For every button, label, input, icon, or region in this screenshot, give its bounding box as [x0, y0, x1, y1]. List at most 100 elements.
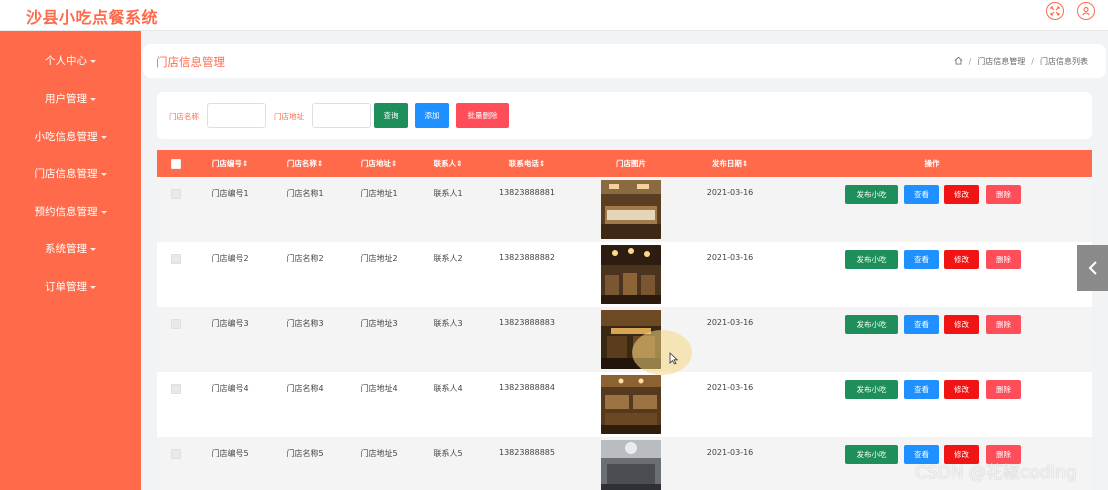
mouse-cursor-icon	[669, 352, 678, 365]
sidebar-item-label: 系统管理	[45, 243, 87, 255]
search-panel: 门店名称 门店地址 查询 添加 批量删除	[157, 92, 1092, 139]
view-button[interactable]: 查看	[904, 315, 939, 334]
publish-snack-button[interactable]: 发布小吃	[845, 185, 898, 204]
column-header-id[interactable]: 门店编号⇕	[212, 150, 248, 177]
view-button[interactable]: 查看	[904, 250, 939, 269]
view-button[interactable]: 查看	[904, 185, 939, 204]
edit-button[interactable]: 修改	[944, 315, 979, 334]
row-checkbox[interactable]	[171, 449, 181, 459]
select-all-checkbox[interactable]	[171, 159, 181, 169]
side-collapse-tab[interactable]	[1077, 245, 1108, 291]
table-row: 门店编号3 门店名称3 门店地址3 联系人3 13823888883 2021-…	[157, 307, 1092, 372]
breadcrumb-separator: /	[968, 57, 972, 66]
store-table: 门店编号⇕ 门店名称⇕ 门店地址⇕ 联系人⇕ 联系电话⇕ 门店图片 发布日期⇕ …	[157, 150, 1092, 490]
sidebar-item-label: 个人中心	[45, 55, 87, 67]
breadcrumb: / 门店信息管理 / 门店信息列表	[954, 56, 1088, 67]
publish-snack-button[interactable]: 发布小吃	[845, 250, 898, 269]
cell-store-name: 门店名称5	[286, 449, 324, 458]
sidebar-item-label: 预约信息管理	[34, 206, 98, 218]
cell-store-id: 门店编号2	[211, 254, 249, 263]
delete-button[interactable]: 删除	[986, 250, 1021, 269]
delete-button[interactable]: 删除	[986, 380, 1021, 399]
table-row: 门店编号4 门店名称4 门店地址4 联系人4 13823888884 2021-…	[157, 372, 1092, 437]
home-icon[interactable]	[954, 56, 963, 67]
sidebar-item-label: 小吃信息管理	[34, 131, 98, 143]
sidebar-item-system[interactable]: 系统管理	[0, 235, 141, 263]
publish-snack-button[interactable]: 发布小吃	[845, 380, 898, 399]
edit-button[interactable]: 修改	[944, 250, 979, 269]
sidebar-item-users[interactable]: 用户管理	[0, 85, 141, 113]
column-header-address[interactable]: 门店地址⇕	[361, 150, 397, 177]
column-header-phone[interactable]: 联系电话⇕	[509, 150, 545, 177]
store-name-input[interactable]	[207, 103, 266, 128]
cell-date: 2021-03-16	[706, 383, 754, 392]
batch-delete-button[interactable]: 批量删除	[456, 103, 509, 128]
store-image[interactable]	[601, 180, 661, 239]
cell-phone: 13823888883	[499, 318, 555, 327]
sidebar-item-label: 用户管理	[45, 93, 87, 105]
chevron-left-icon	[1088, 261, 1097, 275]
page-title: 门店信息管理	[156, 55, 225, 69]
column-header-image: 门店图片	[616, 159, 646, 168]
view-button[interactable]: 查看	[904, 380, 939, 399]
store-image[interactable]	[601, 440, 661, 490]
breadcrumb-item[interactable]: 门店信息管理	[977, 56, 1025, 67]
cell-phone: 13823888884	[499, 383, 555, 392]
store-address-input[interactable]	[312, 103, 371, 128]
cell-store-name: 门店名称4	[286, 384, 324, 393]
cell-store-address: 门店地址2	[360, 254, 398, 263]
row-checkbox[interactable]	[171, 384, 181, 394]
sidebar-item-snacks[interactable]: 小吃信息管理	[0, 123, 141, 151]
sidebar-item-label: 门店信息管理	[34, 168, 98, 180]
cell-date: 2021-03-16	[706, 253, 754, 262]
user-icon[interactable]	[1077, 2, 1095, 20]
delete-button[interactable]: 删除	[986, 185, 1021, 204]
sidebar-item-orders[interactable]: 订单管理	[0, 273, 141, 301]
column-header-date[interactable]: 发布日期⇕	[712, 150, 748, 177]
query-button[interactable]: 查询	[374, 103, 408, 128]
cell-store-address: 门店地址3	[360, 319, 398, 328]
cell-phone: 13823888885	[499, 448, 555, 457]
row-checkbox[interactable]	[171, 189, 181, 199]
caret-down-icon	[90, 59, 96, 63]
cell-phone: 13823888882	[499, 253, 555, 262]
sidebar: 个人中心 用户管理 小吃信息管理 门店信息管理 预约信息管理 系统管理 订单管理	[0, 31, 141, 490]
cell-store-address: 门店地址4	[360, 384, 398, 393]
table-header: 门店编号⇕ 门店名称⇕ 门店地址⇕ 联系人⇕ 联系电话⇕ 门店图片 发布日期⇕ …	[157, 150, 1092, 177]
publish-snack-button[interactable]: 发布小吃	[845, 445, 898, 464]
edit-button[interactable]: 修改	[944, 380, 979, 399]
breadcrumb-separator: /	[1031, 57, 1034, 66]
store-name-label: 门店名称	[169, 112, 199, 121]
sidebar-item-reservations[interactable]: 预约信息管理	[0, 198, 141, 226]
breadcrumb-item-current: 门店信息列表	[1040, 57, 1088, 66]
top-bar: 沙县小吃点餐系统	[0, 0, 1108, 31]
cell-date: 2021-03-16	[706, 448, 754, 457]
cursor-highlight	[632, 330, 692, 375]
cell-store-name: 门店名称3	[286, 319, 324, 328]
add-button[interactable]: 添加	[415, 103, 449, 128]
caret-down-icon	[90, 97, 96, 101]
sidebar-item-stores[interactable]: 门店信息管理	[0, 160, 141, 188]
cell-store-address: 门店地址5	[360, 449, 398, 458]
row-checkbox[interactable]	[171, 254, 181, 264]
fullscreen-icon[interactable]	[1046, 2, 1064, 20]
cell-contact: 联系人2	[433, 254, 463, 263]
page-header: 门店信息管理 / 门店信息管理 / 门店信息列表	[143, 44, 1106, 78]
sidebar-item-personal-center[interactable]: 个人中心	[0, 47, 141, 75]
store-image[interactable]	[601, 245, 661, 304]
store-address-label: 门店地址	[274, 112, 304, 121]
caret-down-icon	[90, 285, 96, 289]
publish-snack-button[interactable]: 发布小吃	[845, 315, 898, 334]
column-header-contact[interactable]: 联系人⇕	[434, 150, 463, 177]
edit-button[interactable]: 修改	[944, 185, 979, 204]
cell-store-id: 门店编号4	[211, 384, 249, 393]
store-image[interactable]	[601, 375, 661, 434]
caret-down-icon	[100, 210, 107, 214]
column-header-name[interactable]: 门店名称⇕	[287, 150, 323, 177]
sidebar-item-label: 订单管理	[45, 281, 87, 293]
delete-button[interactable]: 删除	[986, 315, 1021, 334]
column-header-actions: 操作	[924, 159, 940, 168]
row-checkbox[interactable]	[171, 319, 181, 329]
cell-store-name: 门店名称1	[286, 189, 324, 198]
table-row: 门店编号1 门店名称1 门店地址1 联系人1 13823888881 2021-…	[157, 177, 1092, 242]
